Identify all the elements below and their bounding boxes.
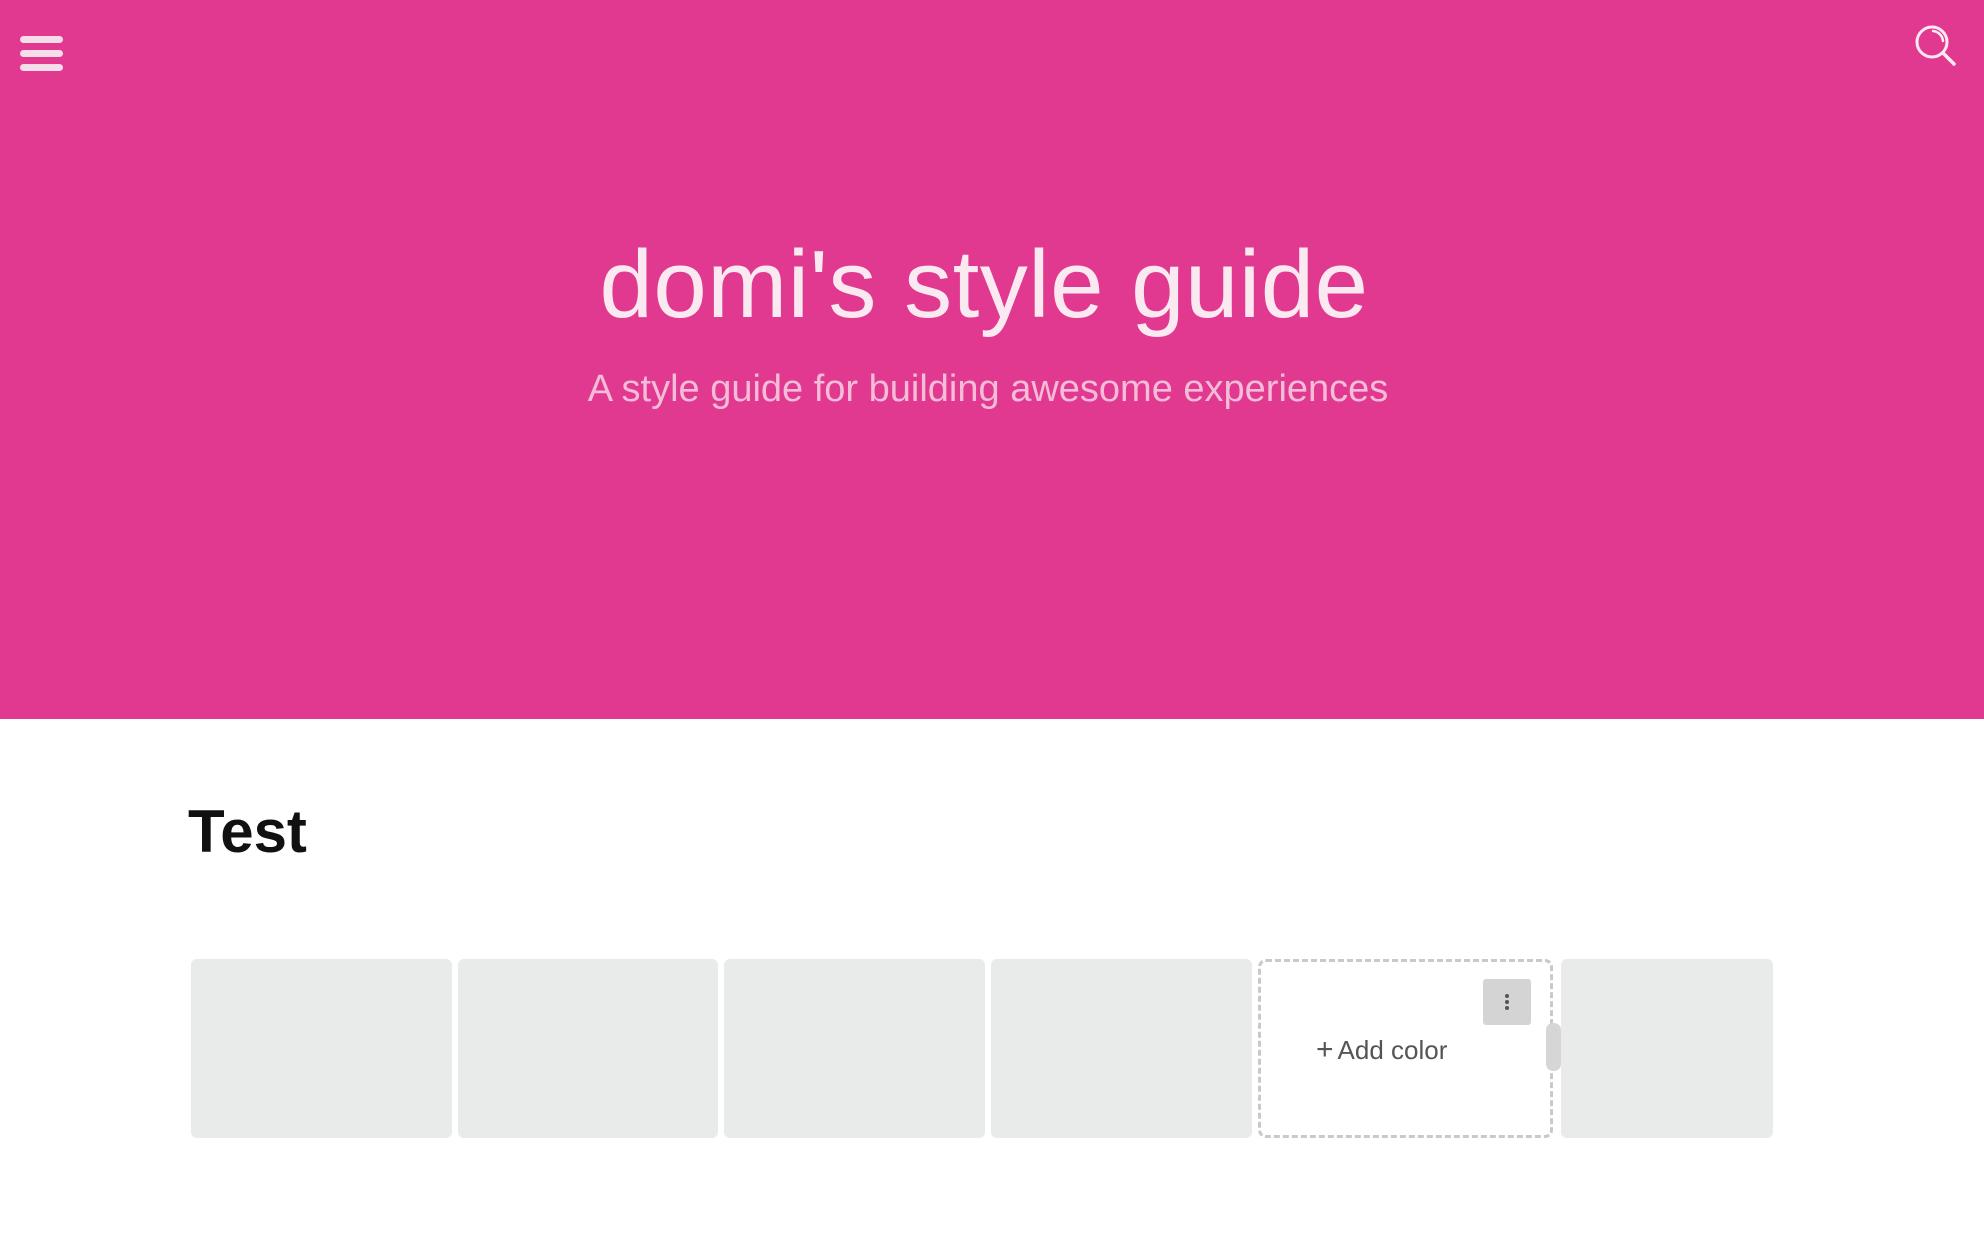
page-title: domi's style guide [599, 231, 1369, 338]
hamburger-menu-icon[interactable] [20, 34, 64, 76]
dot [1505, 1000, 1509, 1004]
menu-bar [20, 64, 63, 71]
page-subtitle: A style guide for building awesome exper… [587, 368, 1389, 410]
add-color-button[interactable]: + Add color [1316, 1034, 1447, 1066]
vertical-ellipsis-icon[interactable] [1483, 979, 1531, 1025]
dot [1505, 994, 1509, 998]
color-swatch[interactable] [458, 959, 718, 1138]
hero-banner: domi's style guide A style guide for bui… [0, 0, 1984, 719]
menu-bar [20, 50, 63, 57]
add-color-label: Add color [1337, 1035, 1448, 1065]
color-swatch[interactable] [724, 959, 985, 1138]
resize-handle[interactable] [1546, 1023, 1561, 1071]
menu-bar [20, 36, 63, 43]
plus-icon: + [1316, 1033, 1334, 1066]
search-icon[interactable] [1912, 22, 1958, 68]
color-swatch[interactable] [191, 959, 452, 1138]
search-icon-glyph [1915, 25, 1956, 66]
dot [1505, 1006, 1509, 1010]
section-title[interactable]: Test [188, 795, 307, 869]
add-color-card[interactable]: + Add color [1258, 959, 1553, 1138]
color-swatch[interactable] [991, 959, 1252, 1138]
color-swatch[interactable] [1561, 959, 1773, 1138]
